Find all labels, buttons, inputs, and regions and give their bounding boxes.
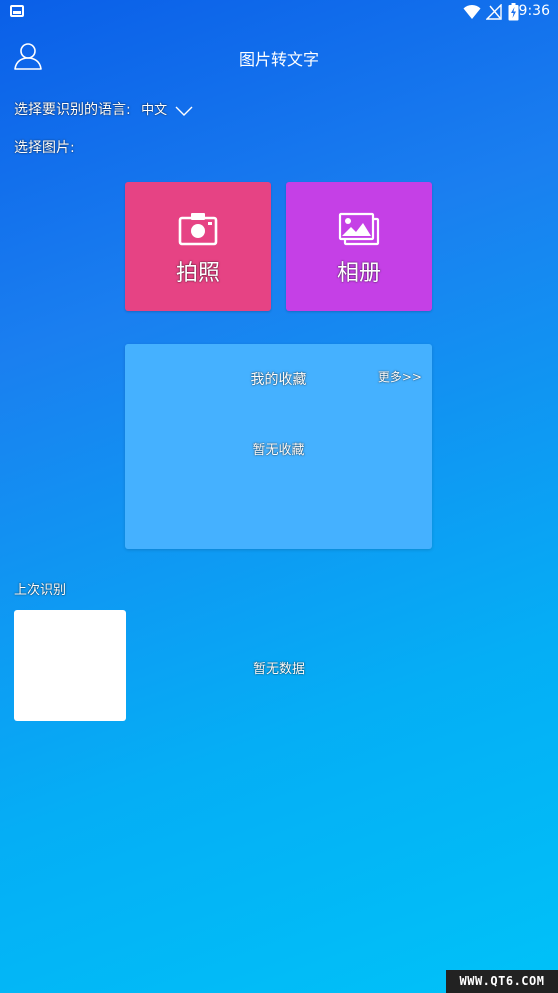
language-value: 中文 bbox=[141, 103, 168, 118]
page-title: 图片转文字 bbox=[238, 50, 319, 69]
favorites-more-link[interactable]: 更多>> bbox=[378, 368, 422, 385]
chevron-down-icon bbox=[175, 106, 193, 116]
camera-button[interactable]: 拍照 bbox=[125, 182, 271, 311]
last-recognition-empty-text: 暂无数据 bbox=[252, 662, 305, 677]
gallery-icon bbox=[338, 212, 380, 246]
camera-label: 拍照 bbox=[175, 261, 220, 286]
select-image-label: 选择图片: bbox=[14, 140, 75, 156]
album-button[interactable]: 相册 bbox=[286, 182, 432, 311]
watermark: WWW.QT6.COM bbox=[446, 970, 558, 993]
notification-icon bbox=[10, 5, 24, 17]
camera-icon bbox=[178, 213, 218, 246]
wifi-icon bbox=[463, 4, 481, 19]
language-row: 选择要识别的语言: 中文 bbox=[14, 99, 193, 119]
favorites-card: 我的收藏 更多>> 暂无收藏 bbox=[125, 344, 432, 549]
battery-icon bbox=[508, 3, 519, 21]
language-label: 选择要识别的语言: bbox=[14, 102, 131, 118]
signal-icon bbox=[486, 4, 502, 20]
status-bar: 9:36 bbox=[0, 0, 558, 24]
language-select[interactable]: 中文 bbox=[141, 103, 193, 118]
last-recognition-label: 上次识别 bbox=[14, 583, 67, 598]
album-label: 相册 bbox=[336, 261, 381, 286]
status-time: 9:36 bbox=[518, 3, 550, 19]
favorites-empty-text: 暂无收藏 bbox=[252, 443, 305, 458]
